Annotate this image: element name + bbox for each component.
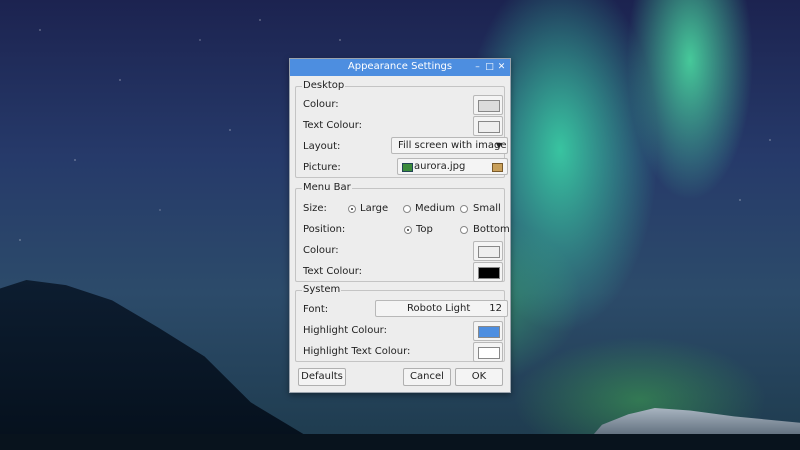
desktop-text-colour-button[interactable] [473, 116, 503, 136]
menu-colour-swatch [478, 246, 500, 258]
system-group: System Font: Roboto Light 12 Highlight C… [295, 284, 508, 362]
maximize-icon[interactable]: □ [484, 61, 495, 73]
menu-bar-group-label: Menu Bar [302, 182, 352, 193]
appearance-settings-dialog: Appearance Settings – □ ✕ Desktop Colour… [289, 58, 511, 393]
desktop-group: Desktop Colour: Text Colour: Layout: Fil… [295, 80, 508, 178]
menu-colour-button[interactable] [473, 241, 503, 261]
font-button[interactable]: Roboto Light 12 [375, 300, 508, 317]
cancel-button[interactable]: Cancel [403, 368, 451, 386]
layout-value: Fill screen with image [398, 140, 507, 151]
highlight-text-colour-button[interactable] [473, 342, 503, 362]
highlight-colour-swatch [478, 326, 500, 338]
position-label: Position: [303, 224, 346, 235]
chevron-down-icon: ▼ [495, 141, 502, 150]
titlebar[interactable]: Appearance Settings – □ ✕ [290, 59, 510, 76]
menu-text-colour-swatch [478, 267, 500, 279]
minimize-icon[interactable]: – [472, 61, 483, 73]
font-label: Font: [303, 304, 329, 315]
font-size: 12 [489, 303, 502, 314]
picture-label: Picture: [303, 162, 341, 173]
desktop-colour-button[interactable] [473, 95, 503, 115]
size-large-radio[interactable] [348, 205, 356, 213]
size-small-radio[interactable] [460, 205, 468, 213]
menu-text-colour-label: Text Colour: [303, 266, 363, 277]
position-top-label[interactable]: Top [416, 224, 433, 235]
menu-text-colour-button[interactable] [473, 262, 503, 282]
layout-select[interactable]: Fill screen with image ▼ [391, 137, 508, 154]
size-medium-label[interactable]: Medium [415, 203, 455, 214]
highlight-text-colour-swatch [478, 347, 500, 359]
highlight-colour-button[interactable] [473, 321, 503, 341]
font-name: Roboto Light [407, 303, 471, 314]
desktop-colour-swatch [478, 100, 500, 112]
desktop-group-label: Desktop [302, 80, 346, 91]
menu-colour-label: Colour: [303, 245, 339, 256]
highlight-text-colour-label: Highlight Text Colour: [303, 346, 411, 357]
position-top-radio[interactable] [404, 226, 412, 234]
position-bottom-radio[interactable] [460, 226, 468, 234]
size-large-label[interactable]: Large [360, 203, 388, 214]
size-small-label[interactable]: Small [473, 203, 501, 214]
desktop-text-colour-label: Text Colour: [303, 120, 363, 131]
picture-value: aurora.jpg [414, 161, 466, 172]
image-icon [402, 163, 413, 172]
defaults-button[interactable]: Defaults [298, 368, 346, 386]
position-bottom-label[interactable]: Bottom [473, 224, 510, 235]
picture-file-button[interactable]: aurora.jpg [397, 158, 508, 175]
folder-icon [492, 163, 503, 172]
desktop-text-colour-swatch [478, 121, 500, 133]
system-group-label: System [302, 284, 342, 295]
layout-label: Layout: [303, 141, 341, 152]
close-icon[interactable]: ✕ [496, 61, 507, 73]
ground [0, 434, 800, 450]
size-medium-radio[interactable] [403, 205, 411, 213]
size-label: Size: [303, 203, 327, 214]
menu-bar-group: Menu Bar Size: Large Medium Small Positi… [295, 182, 510, 282]
ok-button[interactable]: OK [455, 368, 503, 386]
desktop-colour-label: Colour: [303, 99, 339, 110]
highlight-colour-label: Highlight Colour: [303, 325, 387, 336]
